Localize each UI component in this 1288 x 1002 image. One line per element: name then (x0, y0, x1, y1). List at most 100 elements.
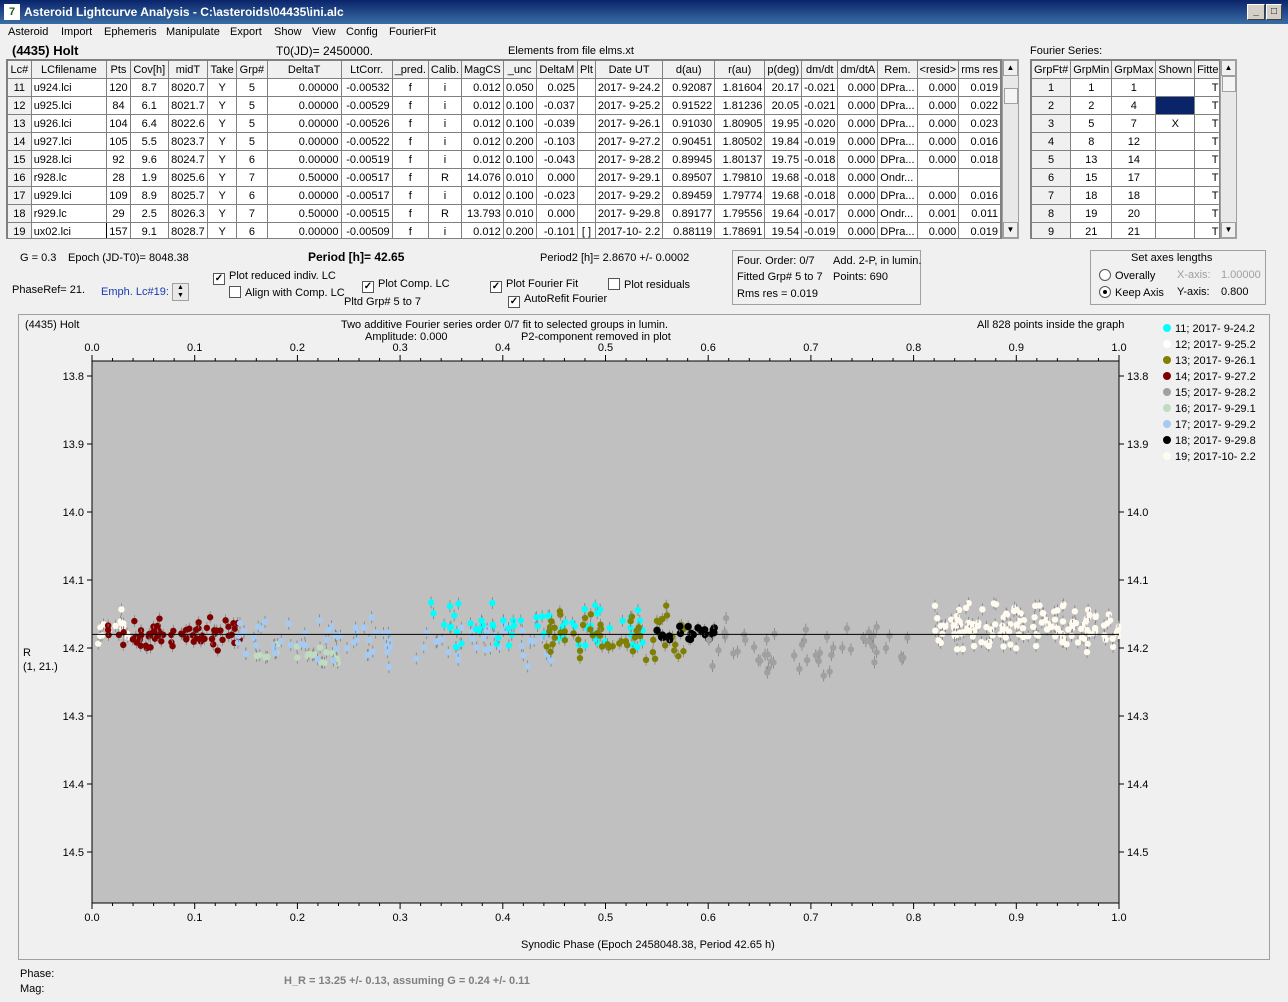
table-cell[interactable]: i (427, 96, 463, 115)
table-cell[interactable]: 0.000 (916, 150, 960, 169)
table-cell[interactable]: Y (207, 168, 238, 187)
menu-fourierfit[interactable]: FourierFit (389, 26, 436, 38)
table-cell[interactable]: i (427, 186, 463, 205)
table-cell[interactable]: f (391, 132, 429, 151)
table-cell[interactable]: 17 (1111, 168, 1157, 187)
table-cell[interactable]: -0.037 (535, 96, 579, 115)
table-cell[interactable]: f (391, 186, 429, 205)
plot-fourier-checkbox[interactable]: ✓ Plot Fourier Fit (490, 278, 578, 293)
table-cell[interactable]: u928.lci (30, 150, 108, 169)
table-cell[interactable]: 0.000 (837, 114, 879, 133)
table-cell[interactable] (577, 150, 596, 169)
plot-comp-checkbox[interactable]: ✓ Plot Comp. LC (362, 278, 450, 293)
lightcurve-plot-panel[interactable]: (4435) Holt Two additive Fourier series … (18, 314, 1270, 960)
table-cell[interactable]: X (1155, 114, 1196, 133)
table-cell[interactable]: i (427, 150, 463, 169)
table-cell[interactable]: 7 (1111, 114, 1157, 133)
table-cell[interactable] (577, 114, 596, 133)
table-cell[interactable]: -0.020 (801, 114, 839, 133)
table-cell[interactable]: 0.00000 (266, 132, 342, 151)
table-cell[interactable]: 18 (1070, 186, 1113, 205)
table-cell[interactable]: 8028.7 (167, 222, 209, 238)
lc-col-header[interactable]: DeltaT (266, 60, 342, 79)
table-cell[interactable]: 1 (1111, 78, 1157, 97)
table-cell[interactable]: 2 (1070, 96, 1113, 115)
table-cell[interactable]: 14.076 (461, 168, 504, 187)
table-cell[interactable]: -0.00532 (340, 78, 393, 97)
table-cell[interactable]: -0.00526 (340, 114, 393, 133)
table-cell[interactable]: 3 (1031, 114, 1072, 133)
table-cell[interactable]: 0.89945 (662, 150, 716, 169)
lc-col-header[interactable]: dm/dt (801, 60, 839, 79)
table-cell[interactable]: 1.9 (129, 168, 169, 187)
table-cell[interactable]: 2017- 9-29.2 (594, 186, 664, 205)
table-cell[interactable]: 5.5 (129, 132, 169, 151)
table-cell[interactable]: 0.000 (535, 168, 579, 187)
lc-col-header[interactable]: LtCorr. (340, 60, 393, 79)
table-cell[interactable]: 20.05 (764, 96, 803, 115)
lc-col-header[interactable]: Rem. (877, 60, 918, 79)
table-cell[interactable]: 8022.6 (167, 114, 209, 133)
table-cell[interactable]: 2017- 9-29.8 (594, 204, 664, 223)
table-row[interactable]: 19 ux02.lci 157 9.1 8028.7 Y 6 0.00000 -0.00509 f… (7, 222, 1001, 238)
table-cell[interactable]: R (427, 204, 463, 223)
minimize-button[interactable]: _ (1247, 4, 1265, 20)
table-cell[interactable]: r929.lc (30, 204, 108, 223)
table-cell[interactable]: 6.4 (129, 114, 169, 133)
table-cell[interactable]: 109 (106, 186, 131, 205)
table-cell[interactable]: 0.000 (837, 168, 879, 187)
table-cell[interactable]: f (391, 96, 429, 115)
table-cell[interactable]: 1.81604 (714, 78, 766, 97)
table-cell[interactable]: 0.00000 (266, 114, 342, 133)
table-cell[interactable]: 0.025 (535, 78, 579, 97)
lc-col-header[interactable]: _unc (502, 60, 537, 79)
app-icon[interactable]: 7 (4, 4, 20, 20)
table-cell[interactable]: 0.00000 (266, 150, 342, 169)
table-cell[interactable]: 2017- 9-28.2 (594, 150, 664, 169)
table-cell[interactable]: 15 (1070, 168, 1113, 187)
table-cell[interactable]: 1.79774 (714, 186, 766, 205)
table-cell[interactable]: 0.000 (837, 132, 879, 151)
table-cell[interactable]: 1.81236 (714, 96, 766, 115)
table-cell[interactable]: Y (207, 78, 238, 97)
table-row[interactable]: 12 u925.lci 84 6.1 8021.7 Y 5 0.00000 -0.00529 f i… (7, 96, 1001, 115)
table-cell[interactable]: 0.100 (502, 186, 537, 205)
table-cell[interactable]: 6 (1031, 168, 1072, 187)
table-cell[interactable]: 8 (1070, 132, 1113, 151)
table-cell[interactable]: 8025.7 (167, 186, 209, 205)
table-cell[interactable]: 19.95 (764, 114, 803, 133)
table-cell[interactable]: u929.lci (30, 186, 108, 205)
table-cell[interactable]: -0.018 (801, 150, 839, 169)
scroll-down-arrow-icon[interactable]: ▼ (1003, 222, 1018, 238)
lc-col-header[interactable]: p(deg) (764, 60, 803, 79)
table-cell[interactable]: 0.89459 (662, 186, 716, 205)
table-cell[interactable]: 2017- 9-24.2 (594, 78, 664, 97)
menu-show[interactable]: Show (274, 26, 302, 38)
table-row[interactable]: 357XT (1031, 114, 1219, 133)
menu-view[interactable]: View (312, 26, 336, 38)
menu-manipulate[interactable]: Manipulate (166, 26, 220, 38)
lc-col-header[interactable]: Lc# (7, 60, 32, 79)
lc-col-header[interactable]: LCfilename (30, 60, 108, 79)
table-cell[interactable]: 0.000 (916, 78, 960, 97)
table-cell[interactable]: 7 (236, 204, 268, 223)
y-axis-value[interactable]: 0.800 (1221, 286, 1249, 298)
emph-lc-spinner[interactable]: ▲ ▼ (172, 283, 189, 301)
table-cell[interactable] (1155, 132, 1196, 151)
table-cell[interactable]: DPra... (877, 150, 918, 169)
table-cell[interactable]: 0.000 (916, 222, 960, 238)
table-cell[interactable]: 5 (236, 78, 268, 97)
table-cell[interactable]: Y (207, 222, 238, 238)
table-cell[interactable]: 8 (1031, 204, 1072, 223)
table-cell[interactable]: 120 (106, 78, 131, 97)
table-cell[interactable]: T (1194, 150, 1219, 169)
table-cell[interactable]: -0.00519 (340, 150, 393, 169)
table-cell[interactable]: 0.91030 (662, 114, 716, 133)
table-cell[interactable]: 4 (1031, 132, 1072, 151)
table-cell[interactable]: 28 (106, 168, 131, 187)
ft-col-header[interactable]: GrpFt# (1031, 60, 1072, 79)
table-cell[interactable]: -0.00515 (340, 204, 393, 223)
table-cell[interactable]: 9.6 (129, 150, 169, 169)
table-cell[interactable]: f (391, 204, 429, 223)
table-cell[interactable]: 0.000 (916, 186, 960, 205)
